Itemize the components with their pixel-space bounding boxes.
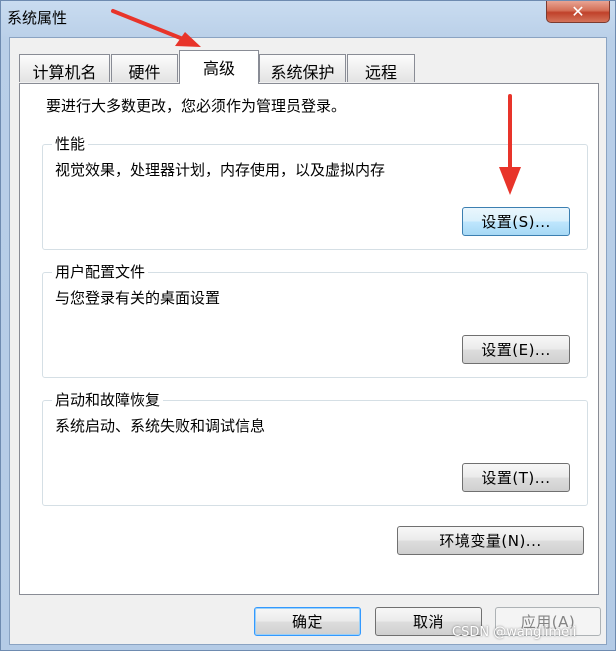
system-properties-window: 系统属性 ✕ 计算机名 硬件 高级 系统保护 远程 要进行大多数更改，您必须作为…	[0, 0, 616, 651]
button-label: 设置(S)...	[481, 213, 551, 231]
tab-advanced[interactable]: 高级	[179, 50, 259, 84]
user-profiles-group-label: 用户配置文件	[52, 262, 149, 282]
button-label: 环境变量(N)...	[439, 532, 542, 550]
startup-recovery-group-label: 启动和故障恢复	[52, 390, 164, 410]
tab-remote[interactable]: 远程	[347, 54, 415, 82]
user-profiles-settings-button[interactable]: 设置(E)...	[462, 335, 570, 364]
close-icon: ✕	[571, 2, 585, 21]
title-bar[interactable]: 系统属性 ✕	[1, 1, 615, 37]
window-title: 系统属性	[7, 9, 68, 27]
advanced-tab-panel: 要进行大多数更改，您必须作为管理员登录。 性能 视觉效果，处理器计划，内存使用，…	[19, 83, 599, 595]
button-label: 取消	[412, 613, 444, 631]
button-label: 设置(E)...	[481, 341, 551, 359]
tab-label: 远程	[364, 63, 397, 82]
tab-computer-name[interactable]: 计算机名	[19, 54, 110, 82]
close-button[interactable]: ✕	[546, 1, 610, 23]
performance-group: 性能 视觉效果，处理器计划，内存使用，以及虚拟内存 设置(S)...	[42, 134, 588, 250]
startup-recovery-description: 系统启动、系统失败和调试信息	[55, 417, 266, 435]
ok-button[interactable]: 确定	[254, 607, 361, 636]
performance-settings-button[interactable]: 设置(S)...	[462, 207, 570, 236]
startup-recovery-group: 启动和故障恢复 系统启动、系统失败和调试信息 设置(T)...	[42, 390, 588, 506]
user-profiles-description: 与您登录有关的桌面设置	[55, 289, 221, 307]
tab-system-protection[interactable]: 系统保护	[259, 54, 346, 82]
tab-label: 计算机名	[32, 63, 97, 82]
performance-group-label: 性能	[52, 134, 89, 154]
user-profiles-group: 用户配置文件 与您登录有关的桌面设置 设置(E)...	[42, 262, 588, 378]
watermark: CSDN @wanglimeii	[452, 625, 577, 640]
dialog-client-area: 计算机名 硬件 高级 系统保护 远程 要进行大多数更改，您必须作为管理员登录。 …	[9, 37, 607, 645]
startup-recovery-settings-button[interactable]: 设置(T)...	[462, 463, 570, 492]
tab-label: 高级	[202, 59, 235, 78]
tab-hardware[interactable]: 硬件	[111, 54, 178, 82]
environment-variables-button[interactable]: 环境变量(N)...	[397, 526, 584, 555]
tab-label: 系统保护	[270, 63, 335, 82]
button-label: 确定	[291, 613, 323, 631]
tab-label: 硬件	[128, 63, 161, 82]
admin-notice: 要进行大多数更改，您必须作为管理员登录。	[46, 97, 347, 115]
button-label: 设置(T)...	[481, 469, 551, 487]
performance-description: 视觉效果，处理器计划，内存使用，以及虚拟内存	[55, 161, 386, 179]
